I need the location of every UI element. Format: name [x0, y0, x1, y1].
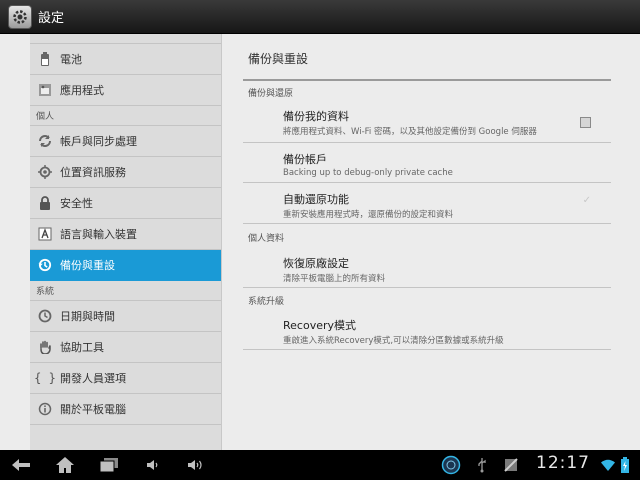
- action-bar: 設定: [0, 0, 640, 34]
- pref-title: 自動還原功能: [283, 193, 349, 206]
- info-icon: [30, 402, 60, 416]
- sidebar-item-location[interactable]: 位置資訊服務: [30, 157, 221, 188]
- sidebar-item-label: 電池: [60, 53, 82, 66]
- sidebar-item-label: 日期與時間: [60, 310, 115, 323]
- backup-data-checkbox[interactable]: [580, 117, 591, 128]
- status-clock: 12:17: [536, 453, 590, 473]
- sidebar-item-developer-options[interactable]: { } 開發人員選項: [30, 363, 221, 394]
- volume-up-icon[interactable]: [186, 456, 206, 474]
- pref-summary: Backing up to debug-only private cache: [283, 168, 453, 178]
- sidebar-item-label: 應用程式: [60, 84, 104, 97]
- section-header-system-upgrade: 系統升級: [248, 297, 285, 307]
- settings-main: 電池 應用程式 個人 帳戶與同步處理 位置資訊服務 安全性 語言與輸入裝置 備份…: [0, 34, 640, 450]
- apps-icon: [30, 83, 60, 97]
- back-icon[interactable]: [10, 456, 32, 474]
- sidebar-item-label: 關於平板電腦: [60, 403, 126, 416]
- sidebar-header-personal: 個人: [30, 106, 221, 126]
- sidebar-item-battery[interactable]: 電池: [30, 44, 221, 75]
- sidebar-item-label: 開發人員選項: [60, 372, 126, 385]
- sidebar-item-date-time[interactable]: 日期與時間: [30, 301, 221, 332]
- sidebar-item-accounts-sync[interactable]: 帳戶與同步處理: [30, 126, 221, 157]
- volume-down-icon[interactable]: [144, 456, 162, 474]
- pref-backup-account[interactable]: 備份帳戶 Backing up to debug-only private ca…: [243, 143, 611, 183]
- detail-pane: 備份與重設 備份與還原 備份我的資料 將應用程式資料、Wi-Fi 密碼，以及其他…: [223, 34, 640, 450]
- braces-icon: { }: [34, 371, 56, 385]
- battery-icon: [30, 52, 60, 66]
- settings-gear-icon[interactable]: [8, 4, 32, 29]
- pref-title: 備份我的資料: [283, 110, 349, 123]
- pref-factory-reset[interactable]: 恢復原廠設定 清除平板電腦上的所有資料: [243, 246, 611, 288]
- pref-title: 恢復原廠設定: [283, 257, 349, 270]
- settings-sidebar: 電池 應用程式 個人 帳戶與同步處理 位置資訊服務 安全性 語言與輸入裝置 備份…: [30, 34, 222, 450]
- sidebar-item-language[interactable]: 語言與輸入裝置: [30, 219, 221, 250]
- home-icon[interactable]: [54, 456, 76, 474]
- sidebar-item-backup-reset[interactable]: 備份與重設: [30, 250, 221, 281]
- pref-title: 備份帳戶: [283, 153, 327, 166]
- section-header-personal-data: 個人資料: [248, 234, 285, 244]
- lock-icon: [30, 196, 60, 210]
- pref-summary: 重新安裝應用程式時，還原備份的設定和資料: [283, 210, 454, 220]
- sidebar-item-about-tablet[interactable]: 關於平板電腦: [30, 394, 221, 425]
- location-icon: [30, 165, 60, 179]
- title-divider: [243, 79, 611, 81]
- clock-icon: [30, 309, 60, 323]
- pref-summary: 將應用程式資料、Wi-Fi 密碼，以及其他設定備份到 Google 伺服器: [283, 127, 537, 137]
- sidebar-header-system: 系統: [30, 281, 221, 301]
- sidebar-item-label: 備份與重設: [60, 259, 115, 272]
- pref-summary: 重啟進入系統Recovery模式,可以清除分區數據或系統升級: [283, 336, 504, 346]
- wifi-icon[interactable]: [600, 456, 616, 474]
- auto-restore-check-icon[interactable]: ✓: [583, 195, 591, 206]
- pref-title: Recovery模式: [283, 319, 357, 332]
- pref-recovery-mode[interactable]: Recovery模式 重啟進入系統Recovery模式,可以清除分區數據或系統升…: [243, 308, 611, 350]
- pref-summary: 清除平板電腦上的所有資料: [283, 274, 386, 284]
- pref-backup-my-data[interactable]: 備份我的資料 將應用程式資料、Wi-Fi 密碼，以及其他設定備份到 Google…: [243, 98, 611, 143]
- sidebar-item-label: 位置資訊服務: [60, 166, 126, 179]
- sync-icon: [30, 134, 60, 148]
- sidebar-item-label: 語言與輸入裝置: [60, 228, 137, 241]
- sidebar-item-label: 安全性: [60, 197, 93, 210]
- app-notification-icon[interactable]: [440, 455, 462, 475]
- hand-icon: [30, 340, 60, 354]
- sidebar-item-security[interactable]: 安全性: [30, 188, 221, 219]
- recent-apps-icon[interactable]: [98, 456, 120, 474]
- screenshot-icon[interactable]: [502, 456, 520, 474]
- pref-auto-restore[interactable]: 自動還原功能 重新安裝應用程式時，還原備份的設定和資料 ✓: [243, 183, 611, 224]
- sidebar-item-label: 協助工具: [60, 341, 104, 354]
- battery-status-icon[interactable]: [618, 456, 632, 474]
- sidebar-top-divider: [30, 34, 221, 44]
- app-title: 設定: [38, 11, 65, 26]
- page-title: 備份與重設: [248, 52, 309, 66]
- sidebar-item-label: 帳戶與同步處理: [60, 135, 137, 148]
- language-icon: [30, 227, 60, 241]
- sidebar-item-apps[interactable]: 應用程式: [30, 75, 221, 106]
- sidebar-item-accessibility[interactable]: 協助工具: [30, 332, 221, 363]
- backup-icon: [30, 258, 60, 272]
- usb-icon[interactable]: [474, 456, 490, 474]
